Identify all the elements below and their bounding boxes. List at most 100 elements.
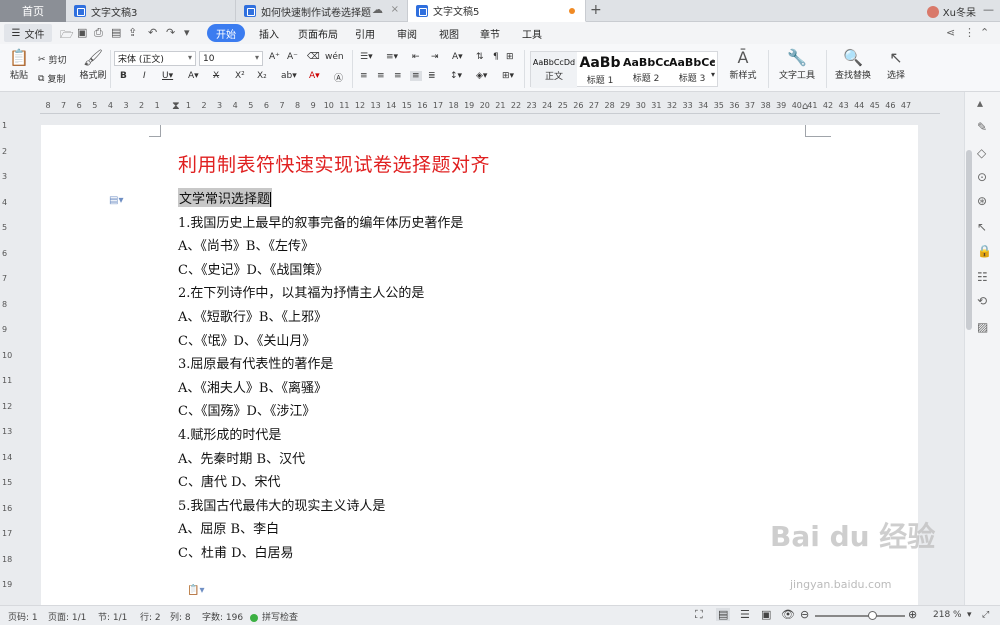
close-icon[interactable]: × — [391, 4, 399, 15]
line-spacing-icon[interactable]: ↕▾ — [450, 71, 462, 81]
shrink-font-icon[interactable]: A⁻ — [287, 52, 298, 62]
font-name-select[interactable]: 宋体 (正文) — [114, 51, 196, 66]
print-icon[interactable]: ⎙ — [94, 26, 103, 40]
open-folder-icon[interactable]: 🗁 — [60, 26, 74, 45]
menu-home[interactable]: 开始 — [207, 24, 245, 42]
document-line[interactable]: A、《短歌行》B、《上邪》 — [178, 306, 327, 325]
style-normal[interactable]: AaBbCcDd 正文 — [531, 52, 577, 88]
borders-icon[interactable]: ⊞▾ — [502, 71, 514, 81]
format-painter-button[interactable]: 🖌 格式刷 — [76, 48, 110, 88]
text-tools-button[interactable]: 🔧 文字工具 — [774, 48, 820, 88]
tab-document-exam[interactable]: 如何快速制作试卷选择题 ☁ × — [236, 0, 408, 22]
align-left-icon[interactable]: ≡ — [360, 71, 368, 81]
share-icon[interactable]: ⋖ — [946, 26, 955, 39]
style-icon[interactable]: ⊙ — [977, 170, 987, 184]
document-line[interactable]: C、《史记》D、《战国策》 — [178, 259, 328, 278]
horizontal-ruler[interactable]: 8 7 6 5 4 3 2 1 1 2 3 4 5 6 7 8 9 10 11 12 13 14 15 16 17 18 19 20 2… — [0, 99, 964, 115]
vertical-scrollbar[interactable] — [966, 150, 972, 330]
document-title[interactable]: 利用制表符快速实现试卷选择题对齐 — [178, 150, 490, 177]
export-icon[interactable]: ⇪ — [128, 26, 137, 39]
document-line[interactable]: 1.我国历史上最早的叙事完备的编年体历史著作是 — [178, 212, 463, 231]
justify-icon[interactable]: ≡ — [410, 71, 422, 81]
menu-chapter[interactable]: 章节 — [480, 24, 500, 42]
chinese-layout-icon[interactable]: A▾ — [452, 52, 463, 62]
style-heading-1[interactable]: AaBb 标题 1 — [577, 52, 623, 88]
print-preview-icon[interactable]: ▤ — [111, 26, 121, 39]
paste-options-icon[interactable]: 📋▾ — [187, 585, 204, 596]
lock-icon[interactable]: 🔒 — [977, 244, 992, 258]
full-screen-icon[interactable]: ⛶ — [695, 608, 703, 622]
decrease-indent-icon[interactable]: ⇤ — [412, 52, 420, 62]
history-icon[interactable]: ⟲ — [977, 294, 987, 308]
zoom-slider-track[interactable] — [815, 615, 905, 617]
document-line[interactable]: A、先秦时期 B、汉代 — [178, 448, 305, 467]
document-line[interactable]: C、《国殇》D、《涉江》 — [178, 400, 315, 419]
zoom-level[interactable]: 218 % — [933, 610, 962, 620]
distribute-icon[interactable]: ≣ — [428, 71, 436, 81]
page-view-icon[interactable]: ▤ — [716, 608, 731, 621]
cut-button[interactable]: ✂ 剪切 — [38, 53, 67, 67]
menu-tools[interactable]: 工具 — [522, 24, 542, 42]
subscript-icon[interactable]: X₂ — [257, 71, 267, 81]
right-indent-marker-icon[interactable]: ⌂ — [802, 101, 808, 112]
superscript-icon[interactable]: X² — [235, 71, 245, 81]
document-line[interactable]: 3.屈原最有代表性的著作是 — [178, 353, 333, 372]
style-heading-3[interactable]: AaBbCc 标题 3 — [669, 52, 715, 88]
file-menu-button[interactable]: ☰ 文件 — [4, 24, 52, 42]
zoom-slider-thumb[interactable] — [868, 611, 877, 620]
font-size-select[interactable]: 10 — [199, 51, 263, 66]
underline-icon[interactable]: U▾ — [162, 71, 173, 81]
collapse-ribbon-icon[interactable]: ⌃ — [980, 26, 989, 39]
phonetic-icon[interactable]: wén — [325, 52, 344, 62]
select-cursor-icon[interactable]: ↖ — [977, 220, 987, 234]
char-shading-icon[interactable]: Ⓐ — [334, 71, 343, 84]
styles-scroll-down-icon[interactable]: ▾ — [711, 70, 715, 79]
tab-home[interactable]: 首页 — [0, 0, 66, 22]
undo-icon[interactable]: ↶ — [148, 26, 157, 39]
document-line[interactable]: C、杜甫 D、白居易 — [178, 542, 294, 561]
settings-sliders-icon[interactable]: ☷ — [977, 270, 988, 284]
clear-format-icon[interactable]: ⌫ — [307, 52, 320, 62]
vertical-ruler[interactable]: 1 2 3 4 5 6 7 8 9 10 11 12 13 14 15 16 17 18 19 — [0, 115, 16, 605]
paragraph-options-icon[interactable]: ▤▾ — [109, 195, 123, 206]
shading-icon[interactable]: ◈▾ — [476, 71, 487, 81]
bold-icon[interactable]: B — [120, 71, 127, 81]
reading-mode-icon[interactable]: 👁 — [781, 608, 795, 621]
zoom-out-icon[interactable]: ⊖ — [800, 608, 809, 621]
tab-document-5[interactable]: 文字文稿5 — [408, 0, 586, 22]
zoom-dropdown-icon[interactable]: ▾ — [967, 610, 972, 620]
indent-marker-icon[interactable]: ⧗ — [172, 99, 180, 113]
document-line[interactable]: C、唐代 D、宋代 — [178, 471, 281, 490]
strikethrough-icon[interactable]: X — [213, 71, 219, 81]
document-line[interactable]: A、《湘夫人》B、《离骚》 — [178, 377, 327, 396]
menu-references[interactable]: 引用 — [355, 24, 375, 42]
font-color-icon[interactable]: A▾ — [309, 71, 320, 81]
selected-heading-line[interactable]: 文学常识选择题 — [178, 188, 273, 207]
customize-chevron-icon[interactable]: ▾ — [184, 26, 190, 39]
menu-review[interactable]: 审阅 — [397, 24, 417, 42]
show-marks-icon[interactable]: ¶ — [493, 52, 499, 62]
highlight-icon[interactable]: ab▾ — [281, 71, 297, 81]
shapes-icon[interactable]: ◇ — [977, 146, 986, 160]
user-account[interactable]: Xu冬呆 — [926, 4, 976, 19]
document-line[interactable]: 2.在下列诗作中，以其福为抒情主人公的是 — [178, 282, 424, 301]
outline-view-icon[interactable]: ☰ — [740, 608, 750, 621]
zoom-in-icon[interactable]: ⊕ — [908, 608, 917, 621]
table-icon[interactable]: ⊞ — [506, 52, 514, 62]
expand-icon[interactable]: ⤢ — [982, 610, 989, 620]
numbered-list-icon[interactable]: ≡▾ — [386, 52, 398, 62]
navigation-icon[interactable]: ⊛ — [977, 194, 987, 208]
document-line[interactable]: 5.我国古代最伟大的现实主义诗人是 — [178, 495, 385, 514]
new-style-button[interactable]: Ā 新样式 — [724, 48, 762, 88]
paste-button[interactable]: 📋 粘贴 — [2, 48, 36, 88]
menu-page-layout[interactable]: 页面布局 — [298, 24, 338, 42]
style-heading-2[interactable]: AaBbCc 标题 2 — [623, 52, 669, 88]
font-effects-icon[interactable]: A▾ — [188, 71, 199, 81]
italic-icon[interactable]: I — [143, 71, 146, 81]
copy-button[interactable]: ⧉ 复制 — [38, 72, 65, 86]
image-icon[interactable]: ▨ — [977, 320, 988, 334]
document-line[interactable]: A、《尚书》B、《左传》 — [178, 235, 314, 254]
tab-document-3[interactable]: 文字文稿3 — [66, 0, 236, 22]
menu-insert[interactable]: 插入 — [259, 24, 279, 42]
document-line[interactable]: C、《氓》D、《关山月》 — [178, 330, 315, 349]
